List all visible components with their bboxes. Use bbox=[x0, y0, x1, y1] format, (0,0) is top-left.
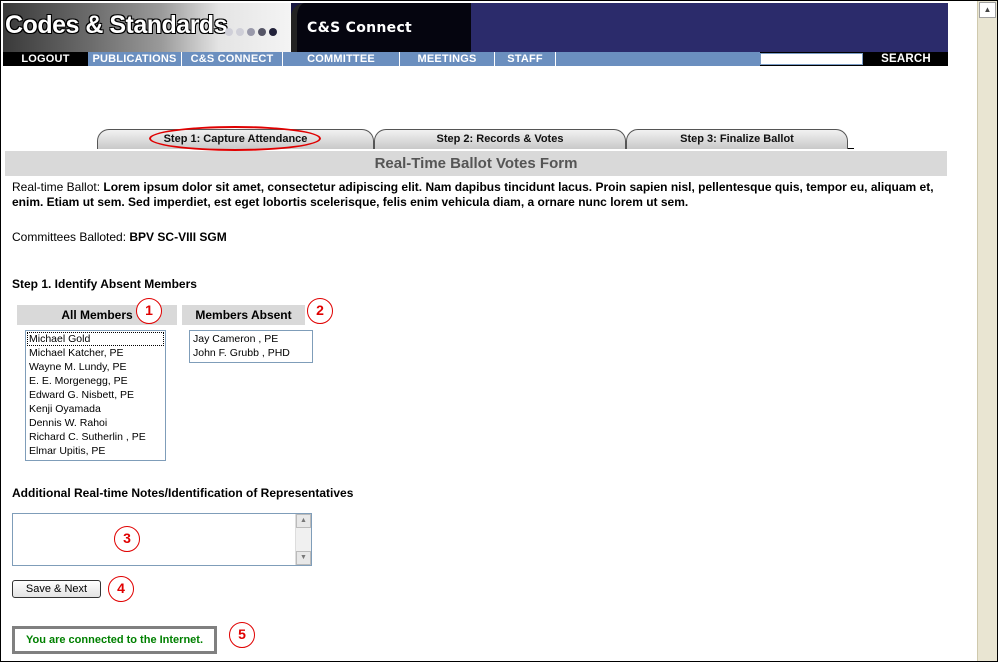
list-item[interactable]: Kenji Oyamada bbox=[27, 402, 164, 416]
main-nav: LOGOUT PUBLICATIONS C&S CONNECT COMMITTE… bbox=[3, 52, 948, 79]
scroll-down-icon[interactable]: ▼ bbox=[296, 551, 311, 565]
ballot-text: Lorem ipsum dolor sit amet, consectetur … bbox=[12, 180, 934, 209]
list-item[interactable]: Michael Katcher, PE bbox=[27, 346, 164, 360]
members-absent-label: Members Absent bbox=[195, 308, 292, 322]
form-title: Real-Time Ballot Votes Form bbox=[5, 151, 947, 176]
list-item[interactable]: Jay Cameron , PE bbox=[191, 332, 311, 346]
callout-2: 2 bbox=[307, 298, 333, 324]
all-members-label: All Members bbox=[61, 308, 133, 322]
list-item[interactable]: Michael Gold bbox=[27, 332, 164, 346]
list-item[interactable]: E. E. Morgenegg, PE bbox=[27, 374, 164, 388]
connection-status: You are connected to the Internet. bbox=[12, 626, 217, 654]
list-item[interactable]: John F. Grubb , PHD bbox=[191, 346, 311, 360]
members-absent-header: Members Absent bbox=[182, 305, 305, 325]
notes-textarea[interactable]: ▲ ▼ bbox=[12, 513, 312, 566]
notes-scrollbar[interactable]: ▲ ▼ bbox=[295, 514, 311, 565]
list-item[interactable]: Wayne M. Lundy, PE bbox=[27, 360, 164, 374]
committees-label: Committees Balloted: bbox=[12, 230, 130, 244]
members-absent-list[interactable]: Jay Cameron , PE John F. Grubb , PHD bbox=[189, 330, 313, 363]
search-input[interactable] bbox=[760, 53, 863, 65]
nav-publications[interactable]: PUBLICATIONS bbox=[88, 52, 182, 66]
callout-4: 4 bbox=[108, 576, 134, 602]
scroll-up-icon[interactable]: ▲ bbox=[979, 2, 996, 18]
notes-label: Additional Real-time Notes/Identificatio… bbox=[12, 486, 354, 500]
nav-logout[interactable]: LOGOUT bbox=[3, 52, 88, 66]
nav-cs-connect[interactable]: C&S CONNECT bbox=[182, 52, 283, 66]
section-title-area: C&S Connect bbox=[291, 3, 471, 52]
ballot-label: Real-time Ballot: bbox=[12, 180, 104, 194]
active-tab-highlight bbox=[149, 126, 321, 151]
all-members-list[interactable]: Michael Gold Michael Katcher, PE Wayne M… bbox=[25, 330, 166, 461]
step-heading: Step 1. Identify Absent Members bbox=[12, 277, 197, 291]
list-item[interactable]: Dennis W. Rahoi bbox=[27, 416, 164, 430]
tab-baseline bbox=[848, 148, 854, 149]
tab-records-votes[interactable]: Step 2: Records & Votes bbox=[374, 129, 626, 149]
banner-fill bbox=[471, 3, 948, 52]
nav-staff[interactable]: STAFF bbox=[495, 52, 556, 66]
logo-dots-icon bbox=[225, 25, 280, 39]
callout-3: 3 bbox=[114, 526, 140, 552]
section-title: C&S Connect bbox=[307, 20, 413, 36]
callout-1: 1 bbox=[136, 298, 162, 324]
ballot-description: Real-time Ballot: Lorem ipsum dolor sit … bbox=[12, 180, 948, 210]
logo[interactable]: Codes & Standards bbox=[3, 3, 291, 52]
list-item[interactable]: Edward G. Nisbett, PE bbox=[27, 388, 164, 402]
logo-text: Codes & Standards bbox=[5, 11, 228, 39]
search-button[interactable]: SEARCH bbox=[864, 52, 948, 66]
tab-label: Step 3: Finalize Ballot bbox=[680, 133, 794, 145]
committees-value: BPV SC-VIII SGM bbox=[129, 230, 227, 244]
tab-label: Step 2: Records & Votes bbox=[436, 133, 564, 145]
nav-spacer bbox=[556, 52, 760, 66]
scroll-up-icon[interactable]: ▲ bbox=[296, 514, 311, 528]
nav-meetings[interactable]: MEETINGS bbox=[400, 52, 495, 66]
nav-committee-central[interactable]: COMMITTEE CENTRAL bbox=[283, 52, 400, 79]
list-item[interactable]: Richard C. Sutherlin , PE bbox=[27, 430, 164, 444]
callout-5: 5 bbox=[229, 622, 255, 648]
tab-finalize-ballot[interactable]: Step 3: Finalize Ballot bbox=[626, 129, 848, 149]
header-banner: Codes & Standards C&S Connect bbox=[3, 3, 948, 52]
list-item[interactable]: Elmar Upitis, PE bbox=[27, 444, 164, 458]
committees-balloted: Committees Balloted: BPV SC-VIII SGM bbox=[12, 230, 227, 244]
vertical-scrollbar[interactable]: ▲ bbox=[977, 1, 997, 661]
save-next-button[interactable]: Save & Next bbox=[12, 580, 101, 598]
